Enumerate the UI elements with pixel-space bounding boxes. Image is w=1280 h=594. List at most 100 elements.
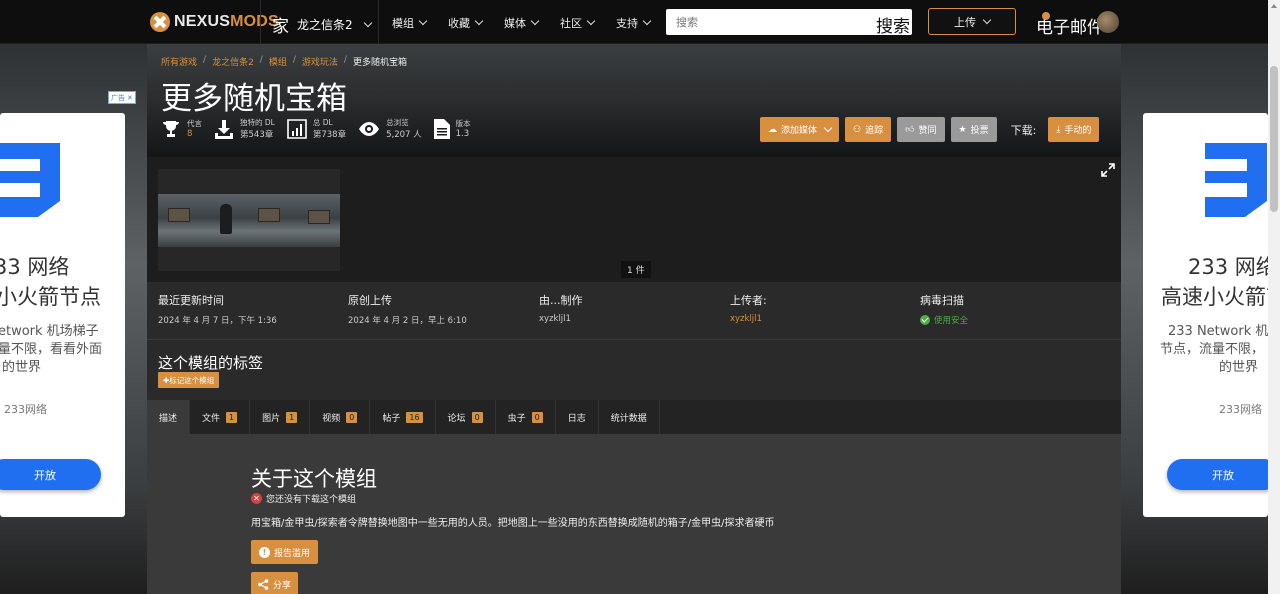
fullscreen-icon[interactable] [1101, 163, 1115, 177]
stat-label: 独特的 DL [240, 118, 275, 127]
mod-header: 所有游戏 / 龙之信条2 / 模组 / 游戏玩法 / 更多随机宝箱 更多随机宝箱… [147, 44, 1121, 157]
tab-videos[interactable]: 视频 0 [310, 400, 371, 434]
chevron-down-icon [418, 16, 428, 26]
info-created-by: 由...制作 xyzkljl1 [539, 292, 583, 324]
screenshot-image [158, 194, 340, 247]
stat-value: 1.3 [455, 129, 470, 139]
chevron-down-icon [642, 16, 652, 26]
add-media-button[interactable]: ☁ 添加媒体 [760, 117, 840, 142]
ad-right-open-button[interactable]: 开放 [1167, 459, 1268, 490]
chevron-down-icon [530, 16, 540, 26]
add-media-label: 添加媒体 [781, 126, 818, 136]
tab-forum[interactable]: 论坛 0 [436, 400, 496, 434]
avatar[interactable] [1097, 11, 1119, 33]
search-box: 搜索 [666, 9, 912, 37]
ad-badge[interactable]: 广告 ✕ [108, 91, 136, 104]
nav-item-support[interactable]: 支持 [616, 15, 652, 31]
share-label: 分享 [273, 580, 292, 591]
tab-logs[interactable]: 日志 [556, 400, 599, 434]
ad-right-line4: 233网络 [1219, 403, 1262, 416]
endorse-label: 赞同 [918, 126, 937, 136]
info-value: 2024 年 4 月 7 日，下午 1:36 [158, 316, 277, 326]
tab-files[interactable]: 文件 1 [190, 400, 251, 434]
ad-left[interactable]: 33 网络 小火箭节点 etwork 机场梯子 量不限，看看外面 的世界 233… [0, 113, 125, 517]
ad-logo-icon [1205, 143, 1267, 217]
track-button[interactable]: ⚇ 追踪 [845, 117, 892, 142]
breadcrumb-separator: / [259, 55, 263, 65]
virus-scan-status[interactable]: 使用安全 [920, 314, 968, 326]
stat-value: 8 [187, 129, 193, 139]
tab-badge: 0 [346, 411, 358, 423]
trophy-icon [163, 120, 179, 137]
tag-mod-button[interactable]: ✚标记这个模组 [158, 372, 220, 388]
tab-images[interactable]: 图片 1 [250, 400, 311, 434]
endorse-button[interactable]: 👍︎ 赞同 [897, 117, 945, 142]
tab-label: 统计数据 [610, 413, 647, 424]
info-virus-scan: 病毒扫描 使用安全 [920, 292, 968, 326]
ad-left-line3a: etwork 机场梯子 [0, 324, 99, 339]
ad-left-line2: 小火箭节点 [0, 285, 101, 309]
game-selector[interactable]: 家 龙之信条2 [272, 12, 372, 37]
nav-item-collections[interactable]: 收藏 [448, 15, 484, 31]
gallery-thumbnail[interactable] [158, 169, 340, 271]
ad-left-open-button[interactable]: 开放 [0, 459, 101, 490]
stat-label: 代言 [187, 119, 202, 128]
mod-page: 所有游戏 / 龙之信条2 / 模组 / 游戏玩法 / 更多随机宝箱 更多随机宝箱… [147, 44, 1121, 594]
game-name: 龙之信条2 [297, 18, 353, 32]
breadcrumb-mods[interactable]: 模组 [269, 55, 287, 68]
ad-right-line3c: 的世界 [1219, 360, 1259, 375]
tab-stats[interactable]: 统计数据 [599, 400, 660, 434]
ad-right-line1: 233 网络 [1188, 255, 1268, 279]
nav-item-label: 支持 [616, 17, 638, 30]
eye-icon [359, 121, 380, 136]
upload-button[interactable]: 上传 [928, 8, 1016, 35]
nav-item-community[interactable]: 社区 [560, 15, 596, 31]
check-circle-icon [920, 315, 930, 325]
tab-bugs[interactable]: 虫子 0 [496, 400, 556, 434]
scrollbar-thumb[interactable] [1270, 66, 1278, 212]
report-abuse-button[interactable]: ! 报告滥用 [251, 540, 319, 564]
close-icon[interactable]: ✕ [127, 94, 133, 102]
crate-shape [308, 210, 330, 224]
logo-text: NEXUSMODS [174, 13, 279, 31]
nav-item-media[interactable]: 媒体 [504, 15, 540, 31]
breadcrumb-all-games[interactable]: 所有游戏 [161, 55, 197, 68]
breadcrumb-category[interactable]: 游戏玩法 [302, 55, 338, 68]
nav-item-label: 收藏 [448, 17, 470, 30]
mod-info: 最近更新时间 2024 年 4 月 7 日，下午 1:36 原创上传 2024 … [147, 282, 1121, 340]
info-label: 病毒扫描 [920, 294, 964, 307]
stat-version: 版本 1.3 [433, 117, 471, 140]
tab-description[interactable]: 描述 [147, 400, 191, 434]
uploader-link[interactable]: xyzkljl1 [730, 314, 767, 324]
mod-stats: 代言 8 独特的 DL 第543章 总 DL 第738章 总浏览 5,207 人 版本 1… [161, 117, 471, 140]
info-uploaded-by: 上传者: xyzkljl1 [730, 292, 767, 324]
ad-logo-icon [0, 143, 60, 217]
manual-download-button[interactable]: ⤓ 手动的 [1048, 117, 1100, 142]
info-label: 由...制作 [539, 294, 583, 307]
info-value: 2024 年 4 月 2 日，早上 6:10 [348, 316, 467, 326]
scroll-up-arrow-icon[interactable] [1271, 4, 1277, 8]
ad-right-line3b: 节点，流量不限， [1160, 342, 1265, 357]
upload-label: 上传 [954, 15, 976, 29]
download-icon: ⤓ [1056, 124, 1061, 135]
nav-item-mods[interactable]: 模组 [392, 15, 428, 31]
download-icon [215, 119, 233, 139]
top-nav: NEXUSMODS 家 龙之信条2 模组 收藏 媒体 社区 支持 搜索 上传 电… [0, 0, 1268, 44]
ad-left-line3b: 量不限，看看外面 [0, 342, 103, 357]
tab-label: 帖子 [382, 413, 401, 424]
search-input[interactable] [666, 9, 876, 35]
breadcrumb-game[interactable]: 龙之信条2 [212, 55, 254, 68]
ad-right[interactable]: 233 网络 高速小火箭节 233 Network 机 节点，流量不限， 的世界… [1143, 113, 1268, 517]
error-icon: ✕ [251, 493, 262, 504]
tab-badge: 0 [531, 411, 543, 423]
breadcrumb: 所有游戏 / 龙之信条2 / 模组 / 游戏玩法 / 更多随机宝箱 [161, 55, 407, 68]
nav-item-label: 社区 [560, 17, 582, 30]
nav-item-label: 媒体 [504, 17, 526, 30]
tab-badge: 1 [286, 411, 298, 423]
search-button[interactable]: 搜索 [876, 12, 910, 37]
ad-left-line1: 33 网络 [0, 255, 70, 279]
vote-button[interactable]: ★ 投票 [950, 117, 997, 142]
breadcrumb-separator: / [203, 55, 207, 65]
tab-posts[interactable]: 帖子 16 [370, 400, 436, 434]
share-button[interactable]: 分享 [251, 572, 299, 594]
